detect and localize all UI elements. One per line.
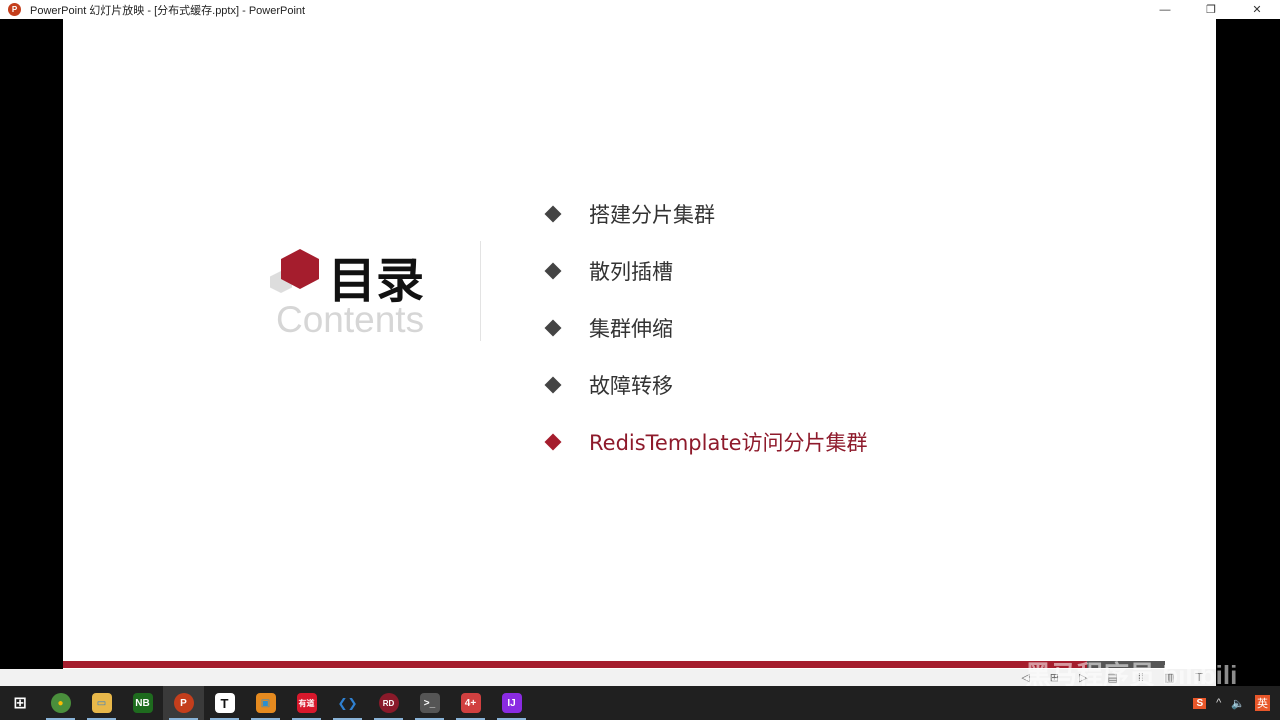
taskbar-intellij[interactable]: IJ — [491, 686, 532, 720]
toc-item-label: 散列插槽 — [589, 260, 673, 284]
toc-item: 集群伸缩 — [544, 313, 673, 343]
toc-item: 散列插槽 — [544, 256, 673, 286]
toc-item-label: 集群伸缩 — [589, 317, 673, 341]
taskbar-terminal[interactable]: >_ — [409, 686, 450, 720]
volume-icon[interactable]: 🔈 — [1231, 697, 1245, 710]
previous-slide-icon[interactable]: ◁ — [1021, 671, 1029, 684]
taskbar-app-4plus[interactable]: 4+ — [450, 686, 491, 720]
letterbox-right — [1216, 19, 1280, 686]
slide-sorter-icon[interactable]: ⁞⁞ — [1138, 672, 1144, 684]
app-4plus-icon: 4+ — [460, 693, 481, 713]
taskbar-vmware[interactable]: ▣ — [245, 686, 286, 720]
typora-icon: T — [214, 693, 235, 713]
restore-button[interactable]: ❐ — [1188, 0, 1234, 19]
next-slide-icon[interactable]: ▷ — [1079, 671, 1087, 684]
start-button[interactable]: ⊞ — [0, 686, 40, 720]
window-title: PowerPoint 幻灯片放映 - [分布式缓存.pptx] - PowerP… — [30, 4, 306, 17]
slide-overview-icon[interactable]: ⊞ — [1050, 671, 1059, 684]
folder-icon: ▭ — [91, 693, 112, 713]
show-hidden-icons-chevron-icon[interactable]: ^ — [1216, 697, 1221, 709]
taskbar-chrome[interactable]: ● — [40, 686, 81, 720]
toc-subtitle: Contents — [276, 299, 425, 340]
powerpoint-icon: P — [8, 3, 21, 16]
toc-item-label: RedisTemplate访问分片集群 — [589, 431, 868, 455]
taskbar-vscode[interactable]: ❮❯ — [327, 686, 368, 720]
footer-gray-bar — [1087, 661, 1165, 668]
diamond-bullet-icon — [544, 376, 562, 394]
toc-item: 故障转移 — [544, 370, 673, 400]
taskbar-notepad-nb[interactable]: NB — [122, 686, 163, 720]
sogou-icon[interactable]: S — [1193, 697, 1207, 709]
input-method-indicator[interactable]: 英 — [1255, 695, 1270, 711]
youdao-icon: 有道 — [296, 693, 317, 713]
taskbar-file-explorer[interactable]: ▭ — [81, 686, 122, 720]
nb-icon: NB — [132, 693, 153, 713]
taskbar-youdao[interactable]: 有道 — [286, 686, 327, 720]
redis-desktop-icon: RD — [378, 693, 399, 713]
powerpoint-icon: P — [173, 693, 194, 713]
taskbar-powerpoint[interactable]: P — [163, 686, 204, 720]
diamond-bullet-icon — [544, 319, 562, 337]
system-tray: S ^ 🔈 英 — [1193, 686, 1280, 720]
divider — [480, 241, 481, 341]
close-button[interactable]: ✕ — [1234, 0, 1280, 19]
diamond-bullet-icon — [544, 205, 562, 223]
taskbar-redis-desktop[interactable]: RD — [368, 686, 409, 720]
reading-view-icon[interactable]: ▥ — [1164, 671, 1174, 684]
chrome-icon: ● — [50, 693, 71, 713]
minimize-button[interactable]: — — [1142, 0, 1188, 19]
footer-red-bar — [63, 661, 1087, 668]
terminal-icon: >_ — [419, 693, 440, 713]
slideshow-icon[interactable]: ⊤ — [1194, 671, 1204, 684]
intellij-icon: IJ — [501, 693, 522, 713]
slideshow-toolbar: ◁ ⊞ ▷ ▤ ⁞⁞ ▥ ⊤ — [0, 669, 1216, 686]
windows-icon: ⊞ — [13, 695, 27, 712]
toc-item-label: 故障转移 — [589, 374, 673, 398]
normal-view-icon[interactable]: ▤ — [1107, 671, 1117, 684]
window-title-bar: P PowerPoint 幻灯片放映 - [分布式缓存.pptx] - Powe… — [0, 0, 1280, 19]
slide[interactable]: 目录 Contents 搭建分片集群 散列插槽 集群伸缩 故障转移 RedisT… — [63, 19, 1216, 669]
vscode-icon: ❮❯ — [337, 696, 358, 710]
taskbar: ⊞ ● ▭ NB P T ▣ 有道 ❮❯ RD >_ 4+ IJ S ^ 🔈 英 — [0, 686, 1280, 720]
diamond-bullet-icon — [544, 433, 562, 451]
toc-item: 搭建分片集群 — [544, 199, 715, 229]
diamond-bullet-icon — [544, 262, 562, 280]
toc-item-active: RedisTemplate访问分片集群 — [544, 427, 868, 457]
vmware-icon: ▣ — [255, 693, 276, 713]
toc-item-label: 搭建分片集群 — [589, 203, 715, 227]
taskbar-typora[interactable]: T — [204, 686, 245, 720]
